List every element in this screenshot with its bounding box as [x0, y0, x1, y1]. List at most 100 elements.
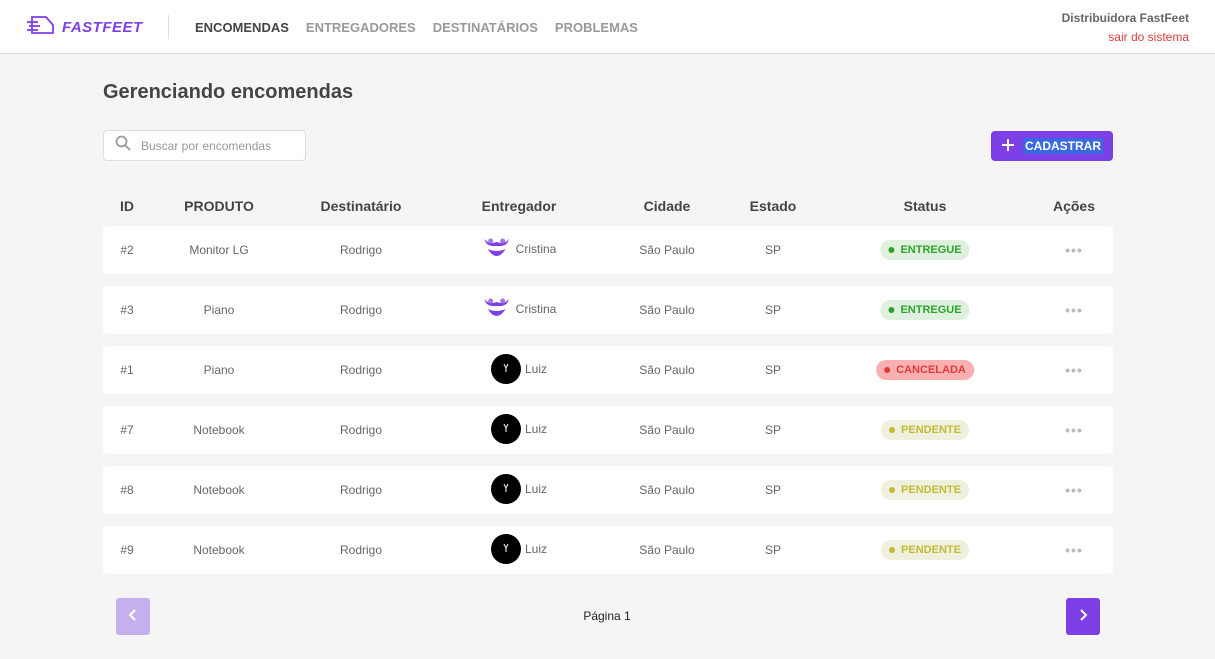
more-actions-icon[interactable]: •••	[1065, 542, 1083, 558]
nav-entregadores[interactable]: ENTREGADORES	[306, 20, 416, 35]
chevron-left-icon	[128, 609, 138, 624]
avatar	[490, 534, 521, 564]
state-code: SP	[764, 363, 782, 377]
more-actions-icon[interactable]: •••	[1065, 482, 1083, 498]
deliveryman-name: Cristina	[515, 302, 557, 316]
status-label: PENDENTE	[901, 544, 961, 556]
order-id: #8	[120, 483, 134, 497]
chevron-right-icon	[1078, 609, 1088, 624]
user-box: Distribuidora FastFeet sair do sistema	[1062, 11, 1189, 44]
order-id: #2	[120, 243, 134, 257]
city-name: São Paulo	[639, 423, 695, 437]
product-name: Notebook	[193, 543, 245, 557]
avatar	[490, 414, 521, 444]
header-divider	[168, 15, 169, 39]
status-badge: PENDENTE	[881, 480, 969, 500]
page-label: Página 1	[583, 609, 631, 623]
order-id: #7	[120, 423, 134, 437]
avatar	[490, 474, 521, 504]
more-actions-icon[interactable]: •••	[1065, 362, 1083, 378]
add-button-label: CADASTRAR	[1023, 138, 1103, 154]
avatar	[482, 234, 512, 264]
state-code: SP	[764, 543, 782, 557]
status-badge: ENTREGUE	[880, 300, 970, 320]
status-badge: CANCELADA	[876, 360, 974, 380]
table-row: #3 Piano Rodrigo Cristina São Paulo SP ENTREGU…	[103, 286, 1113, 334]
status-badge: PENDENTE	[881, 540, 969, 560]
table-row: #2 Monitor LG Rodrigo Cristina São Paulo SP EN…	[103, 226, 1113, 274]
order-id: #1	[120, 363, 134, 377]
add-order-button[interactable]: CADASTRAR	[991, 131, 1113, 161]
deliveryman-cell: Cristina	[482, 234, 557, 264]
status-label: CANCELADA	[896, 364, 966, 376]
more-actions-icon[interactable]: •••	[1065, 242, 1083, 258]
prev-page-button[interactable]	[116, 598, 150, 635]
search-input[interactable]	[141, 138, 291, 153]
recipient-name: Rodrigo	[339, 243, 383, 257]
logo-text: FASTFEET	[62, 19, 143, 36]
col-entregador: Entregador	[481, 198, 557, 214]
city-name: São Paulo	[639, 303, 695, 317]
col-id: ID	[120, 198, 134, 214]
deliveryman-cell: Luiz	[490, 354, 547, 384]
col-acoes: Ações	[1052, 198, 1096, 214]
truck-logo-icon	[26, 14, 56, 41]
more-actions-icon[interactable]: •••	[1065, 302, 1083, 318]
deliveryman-name: Luiz	[524, 482, 548, 496]
deliveryman-cell: Luiz	[490, 474, 548, 504]
state-code: SP	[764, 303, 782, 317]
dark-photo-icon	[499, 481, 513, 498]
status-dot-icon	[888, 307, 895, 313]
city-name: São Paulo	[639, 483, 695, 497]
user-name: Distribuidora FastFeet	[1061, 11, 1189, 25]
recipient-name: Rodrigo	[339, 423, 383, 437]
product-name: Notebook	[193, 423, 245, 437]
nav-destinatarios[interactable]: DESTINATÁRIOS	[433, 20, 538, 35]
status-label: ENTREGUE	[900, 244, 962, 256]
state-code: SP	[764, 243, 782, 257]
page-title: Gerenciando encomendas	[103, 81, 354, 103]
deliveryman-name: Cristina	[515, 242, 557, 256]
deliveryman-cell: Luiz	[490, 414, 547, 444]
product-name: Piano	[203, 363, 235, 377]
purple-face-icon	[483, 295, 511, 324]
col-cidade: Cidade	[643, 198, 691, 214]
logo[interactable]: FASTFEET	[26, 14, 143, 41]
status-dot-icon	[889, 547, 896, 553]
table-row: #1 Piano Rodrigo Luiz São Paulo SP CANCELADA ••…	[103, 346, 1113, 394]
col-estado: Estado	[749, 198, 797, 214]
nav-problemas[interactable]: PROBLEMAS	[555, 20, 638, 35]
main-nav: ENCOMENDAS ENTREGADORES DESTINATÁRIOS PR…	[195, 20, 638, 35]
recipient-name: Rodrigo	[339, 303, 383, 317]
search-box[interactable]	[103, 130, 306, 161]
col-destinatario: Destinatário	[320, 198, 402, 214]
city-name: São Paulo	[639, 363, 695, 377]
city-name: São Paulo	[639, 243, 695, 257]
nav-encomendas[interactable]: ENCOMENDAS	[195, 20, 289, 35]
order-id: #3	[120, 303, 134, 317]
state-code: SP	[764, 483, 782, 497]
deliveryman-cell: Luiz	[490, 534, 547, 564]
dark-photo-icon	[499, 421, 513, 438]
table-row: #7 Notebook Rodrigo Luiz São Paulo SP PENDENTE…	[103, 406, 1113, 454]
city-name: São Paulo	[639, 543, 695, 557]
deliveryman-cell: Cristina	[482, 294, 557, 324]
recipient-name: Rodrigo	[339, 543, 383, 557]
status-label: ENTREGUE	[900, 304, 962, 316]
status-badge: ENTREGUE	[880, 240, 970, 260]
col-status: Status	[903, 198, 947, 214]
table-row: #9 Notebook Rodrigo Luiz São Paulo SP PENDENTE…	[103, 526, 1113, 574]
status-dot-icon	[884, 367, 891, 373]
search-icon	[115, 135, 131, 156]
dark-photo-icon	[499, 361, 513, 378]
recipient-name: Rodrigo	[339, 483, 383, 497]
purple-face-icon	[483, 235, 511, 264]
avatar	[490, 354, 521, 384]
product-name: Piano	[203, 303, 235, 317]
logout-link[interactable]: sair do sistema	[1062, 30, 1189, 44]
product-name: Monitor LG	[189, 243, 249, 257]
state-code: SP	[764, 423, 782, 437]
next-page-button[interactable]	[1066, 598, 1100, 635]
more-actions-icon[interactable]: •••	[1065, 422, 1083, 438]
order-id: #9	[120, 543, 134, 557]
